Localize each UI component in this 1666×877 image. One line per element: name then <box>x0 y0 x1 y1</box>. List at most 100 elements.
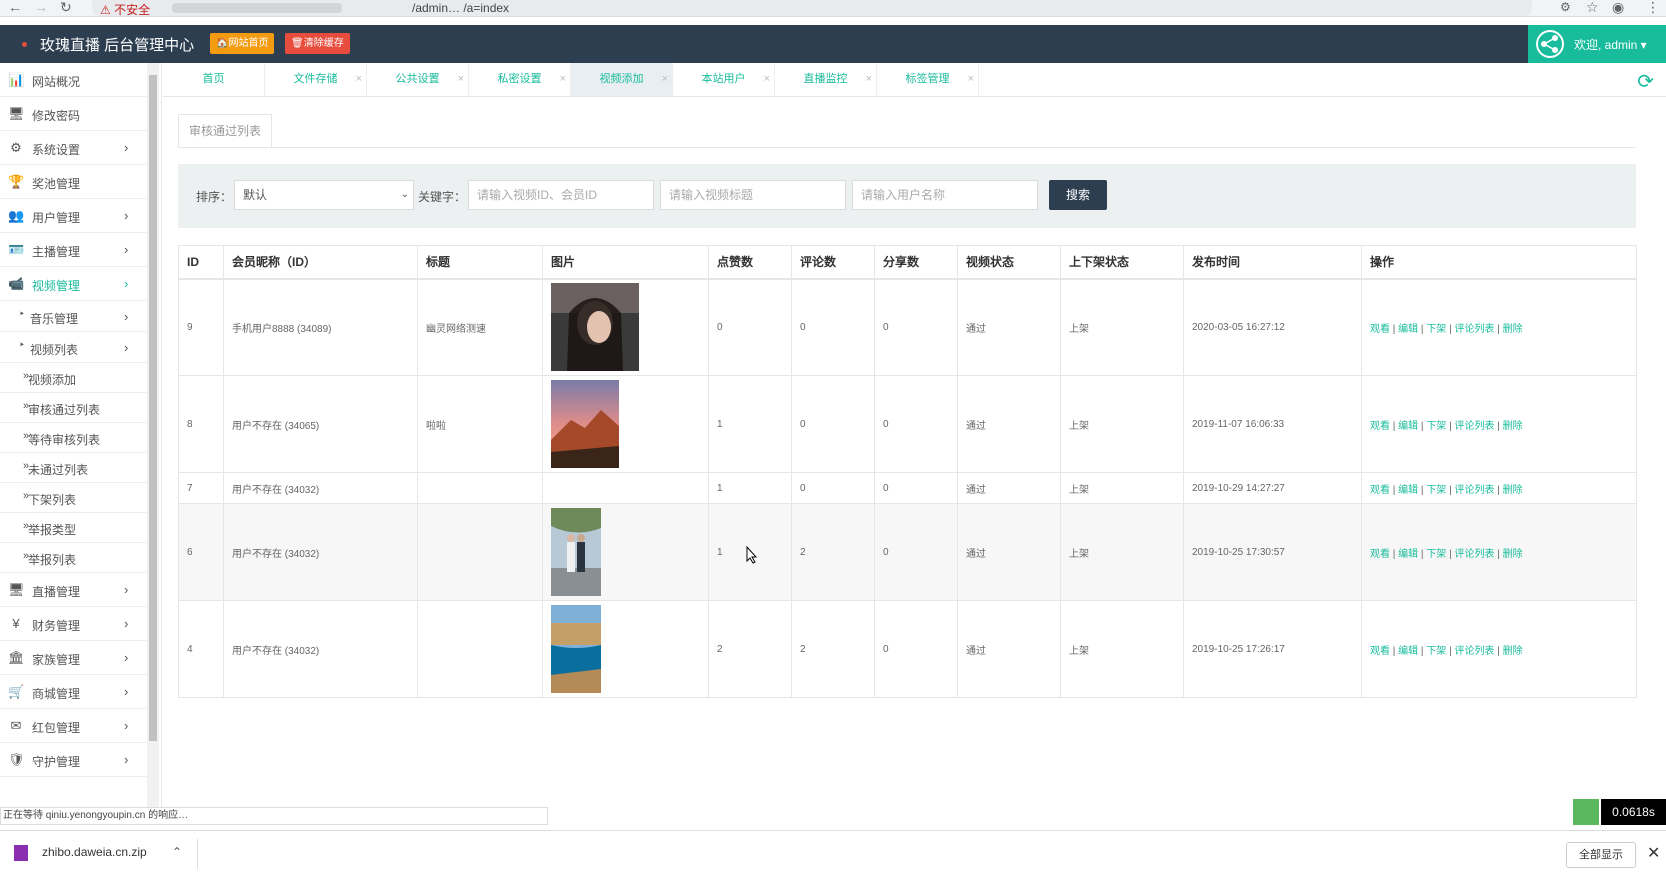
watch-link[interactable]: 观看 <box>1370 421 1390 432</box>
extension-icon[interactable]: ⚙ <box>1560 0 1571 15</box>
watch-link[interactable]: 观看 <box>1370 549 1390 560</box>
unpublish-link[interactable]: 下架 <box>1426 549 1446 560</box>
tab-3[interactable]: 私密设置 × <box>469 63 571 96</box>
sidebar-item-9[interactable]: » 视频添加 <box>0 363 147 393</box>
user-menu[interactable]: 欢迎, admin ▾ <box>1528 25 1666 63</box>
bookmark-star-icon[interactable]: ☆ <box>1586 0 1599 15</box>
download-item[interactable]: zhibo.daweia.cn.zip <box>14 845 147 861</box>
insecure-indicator[interactable]: ⚠ 不安全 <box>100 1 150 18</box>
tab-close-icon[interactable]: × <box>866 63 872 96</box>
sidebar-scrollbar[interactable] <box>147 63 159 815</box>
edit-link[interactable]: 编辑 <box>1398 421 1418 432</box>
sidebar-item-5[interactable]: 🪪 主播管理 › <box>0 233 147 267</box>
show-all-button[interactable]: 全部显示 <box>1566 842 1636 868</box>
time-cell: 2019-10-25 17:26:17 <box>1183 600 1362 698</box>
tab-close-icon[interactable]: × <box>458 63 464 96</box>
comment-list-link[interactable]: 评论列表 <box>1454 485 1494 496</box>
sidebar-item-19[interactable]: 🛒 商城管理 › <box>0 675 147 709</box>
video-thumbnail[interactable] <box>551 605 601 693</box>
edit-link[interactable]: 编辑 <box>1398 549 1418 560</box>
sidebar-item-11[interactable]: » 等待审核列表 <box>0 423 147 453</box>
sidebar-scroll-thumb[interactable] <box>149 75 157 741</box>
column-header: 评论数 <box>791 245 875 280</box>
edit-link[interactable]: 编辑 <box>1398 324 1418 335</box>
chevron-right-icon: › <box>124 339 129 355</box>
comment-list-link[interactable]: 评论列表 <box>1454 549 1494 560</box>
tab-0[interactable]: 首页 <box>163 63 265 96</box>
watch-link[interactable]: 观看 <box>1370 324 1390 335</box>
back-icon[interactable]: ← <box>8 0 22 15</box>
comment-list-link[interactable]: 评论列表 <box>1454 324 1494 335</box>
reload-icon[interactable]: ↻ <box>60 0 72 15</box>
search-button[interactable]: 搜索 <box>1049 180 1107 210</box>
watch-link[interactable]: 观看 <box>1370 485 1390 496</box>
sidebar-item-7[interactable]: ‣ 音乐管理 › <box>0 301 147 332</box>
table-row: 4 用户不存在 (34032) 2 2 0 通过 上架 2019-10-25 17:26:17… <box>178 600 1637 698</box>
sidebar-item-1[interactable]: 🖥 修改密码 <box>0 97 147 131</box>
id-cell: 8 <box>178 375 224 473</box>
delete-link[interactable]: 删除 <box>1503 421 1523 432</box>
sidebar-item-16[interactable]: 🖥 直播管理 › <box>0 573 147 607</box>
delete-link[interactable]: 删除 <box>1503 549 1523 560</box>
delete-link[interactable]: 删除 <box>1503 324 1523 335</box>
close-icon[interactable]: ✕ <box>1647 843 1660 863</box>
clear-cache-button[interactable]: 🗑清除缓存 <box>285 33 350 54</box>
subtab-approved-list[interactable]: 审核通过列表 <box>178 114 272 148</box>
sidebar-item-20[interactable]: ✉ 红包管理 › <box>0 709 147 743</box>
chevron-up-icon[interactable]: ⌃ <box>172 845 182 859</box>
profile-icon[interactable]: ◉ <box>1612 0 1624 15</box>
sidebar-item-14[interactable]: » 举报类型 <box>0 513 147 543</box>
sort-select[interactable]: 默认 ⌄ <box>234 180 414 210</box>
unpublish-link[interactable]: 下架 <box>1426 646 1446 657</box>
sidebar-item-13[interactable]: » 下架列表 <box>0 483 147 513</box>
tab-close-icon[interactable]: × <box>560 63 566 96</box>
tab-1[interactable]: 文件存储 × <box>265 63 367 96</box>
sidebar-item-21[interactable]: 🛡 守护管理 › <box>0 743 147 777</box>
tab-7[interactable]: 标签管理 × <box>877 63 979 96</box>
video-thumbnail[interactable] <box>551 380 619 468</box>
delete-link[interactable]: 删除 <box>1503 485 1523 496</box>
unpublish-link[interactable]: 下架 <box>1426 485 1446 496</box>
sidebar-item-10[interactable]: » 审核通过列表 <box>0 393 147 423</box>
unpublish-link[interactable]: 下架 <box>1426 324 1446 335</box>
sidebar-item-17[interactable]: ¥ 财务管理 › <box>0 607 147 641</box>
comment-list-link[interactable]: 评论列表 <box>1454 421 1494 432</box>
video-title-input[interactable]: 请输入视频标题 <box>660 180 846 210</box>
tab-close-icon[interactable]: × <box>662 63 668 96</box>
tab-6[interactable]: 直播监控 × <box>775 63 877 96</box>
sidebar-item-8[interactable]: ‣ 视频列表 › <box>0 332 147 363</box>
tab-close-icon[interactable]: × <box>968 63 974 96</box>
video-thumbnail[interactable] <box>551 283 639 372</box>
edit-link[interactable]: 编辑 <box>1398 485 1418 496</box>
address-bar[interactable]: ⚠ 不安全 /admin… /a=index <box>92 0 1532 18</box>
sidebar-item-3[interactable]: 🏆 奖池管理 <box>0 165 147 199</box>
member-cell: 用户不存在 (34032) <box>223 600 418 698</box>
tab-5[interactable]: 本站用户 × <box>673 63 775 96</box>
site-home-button[interactable]: 🏠网站首页 <box>210 33 275 54</box>
unpublish-link[interactable]: 下架 <box>1426 421 1446 432</box>
comment-list-link[interactable]: 评论列表 <box>1454 646 1494 657</box>
sidebar-item-6[interactable]: 📹 视频管理 › <box>0 267 147 301</box>
url-text[interactable]: /admin… /a=index <box>412 1 509 15</box>
video-thumbnail[interactable] <box>551 508 601 596</box>
sidebar-item-12[interactable]: » 未通过列表 <box>0 453 147 483</box>
tab-close-icon[interactable]: × <box>764 63 770 96</box>
tab-close-icon[interactable]: × <box>356 63 362 96</box>
forward-icon[interactable]: → <box>34 0 48 15</box>
sidebar-item-0[interactable]: 📊 网站概况 <box>0 63 147 97</box>
sidebar-item-2[interactable]: ⚙ 系统设置 › <box>0 131 147 165</box>
sidebar-item-18[interactable]: 🏛 家族管理 › <box>0 641 147 675</box>
edit-link[interactable]: 编辑 <box>1398 646 1418 657</box>
sidebar-item-4[interactable]: 👥 用户管理 › <box>0 199 147 233</box>
sidebar-item-label: 奖池管理 <box>32 177 81 191</box>
sidebar-item-15[interactable]: » 举报列表 <box>0 543 147 573</box>
video-member-id-input[interactable]: 请输入视频ID、会员ID <box>468 180 654 210</box>
refresh-icon[interactable]: ⟳ <box>1637 69 1654 94</box>
browser-menu-icon[interactable]: ⋮ <box>1646 0 1660 15</box>
delete-link[interactable]: 删除 <box>1503 646 1523 657</box>
sidebar-item-label: 修改密码 <box>32 109 81 123</box>
tab-4[interactable]: 视频添加 × <box>571 63 673 96</box>
username-input[interactable]: 请输入用户名称 <box>852 180 1038 210</box>
watch-link[interactable]: 观看 <box>1370 646 1390 657</box>
tab-2[interactable]: 公共设置 × <box>367 63 469 96</box>
